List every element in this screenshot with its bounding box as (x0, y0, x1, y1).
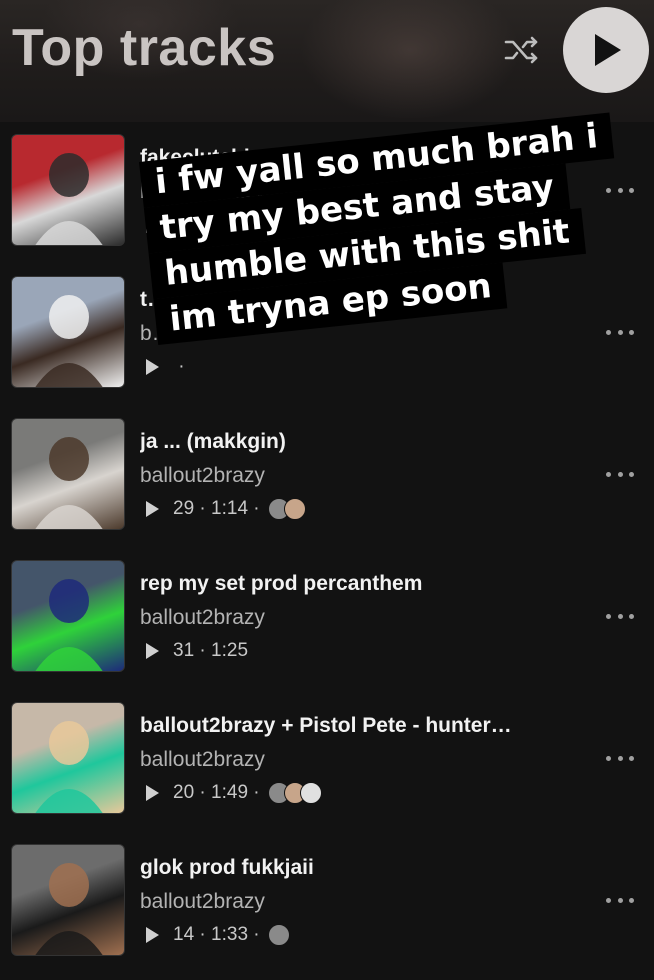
track-artist[interactable]: ballout2brazy (140, 748, 265, 772)
track-row[interactable]: rep my set prod percanthem ballout2brazy… (0, 548, 654, 690)
meta-separator: · (194, 640, 212, 661)
track-title: glok prod fukkjaii (140, 856, 314, 879)
play-count-icon (146, 501, 159, 517)
track-stats: 14 · 1:33 · (146, 924, 290, 946)
track-duration: 1:25 (211, 640, 249, 661)
dot-icon (606, 471, 611, 477)
track-title: rep my set prod percanthem (140, 572, 423, 595)
more-options-button[interactable] (606, 322, 634, 342)
track-duration: 1:49 (211, 782, 249, 803)
meta-separator: · (194, 498, 212, 519)
shuffle-icon (504, 36, 538, 64)
track-artwork (11, 418, 125, 530)
dot-icon (629, 897, 634, 903)
meta-separator: · (194, 924, 212, 945)
track-row[interactable]: ja ... (makkgin) ballout2brazy 29 · 1:14… (0, 406, 654, 548)
meta-separator: · (248, 924, 260, 945)
dot-icon (606, 329, 611, 335)
track-artwork (11, 560, 125, 672)
header-backdrop (300, 0, 520, 120)
play-count-icon (146, 927, 159, 943)
play-count: 31 (173, 640, 195, 661)
track-stats: 20 · 1:49 · (146, 782, 322, 804)
track-title: ja ... (makkgin) (140, 430, 286, 453)
track-title: ballout2brazy + Pistol Pete - hunter… (140, 714, 512, 737)
meta-separator: · (173, 356, 190, 377)
play-count: 29 (173, 498, 195, 519)
meta-separator: · (194, 782, 212, 803)
track-stats: 31 · 1:25 (146, 640, 248, 662)
dot-icon (629, 613, 634, 619)
play-count: 20 (173, 782, 195, 803)
listener-avatars (267, 782, 322, 804)
dot-icon (617, 329, 623, 335)
track-artwork (11, 844, 125, 956)
play-count-icon (146, 359, 159, 375)
track-artist[interactable]: ballout2brazy (140, 890, 265, 914)
track-duration: 1:33 (211, 924, 249, 945)
dot-icon (629, 329, 634, 335)
track-row[interactable]: glok prod fukkjaii ballout2brazy 14 · 1:… (0, 832, 654, 974)
dot-icon (617, 897, 623, 903)
meta-separator: · (248, 498, 260, 519)
dot-icon (617, 755, 623, 761)
track-row[interactable]: ballout2brazy + Pistol Pete - hunter… ba… (0, 690, 654, 832)
dot-icon (606, 613, 611, 619)
more-options-button[interactable] (606, 890, 634, 910)
play-button[interactable] (563, 7, 649, 93)
track-artwork (11, 276, 125, 388)
dot-icon (606, 755, 611, 761)
listener-avatars (267, 924, 290, 946)
dot-icon (606, 897, 611, 903)
dot-icon (629, 755, 634, 761)
play-count-icon (146, 785, 159, 801)
listener-avatar (283, 498, 306, 520)
shuffle-button[interactable] (500, 28, 544, 72)
listener-avatar (299, 782, 322, 804)
more-options-button[interactable] (606, 606, 634, 626)
play-icon (595, 34, 621, 66)
meta-separator: · (248, 782, 260, 803)
listener-avatars (267, 498, 306, 520)
dot-icon (629, 471, 634, 477)
track-artwork (11, 702, 125, 814)
more-options-button[interactable] (606, 464, 634, 484)
header: Top tracks (0, 0, 654, 122)
track-artist[interactable]: ballout2brazy (140, 606, 265, 630)
track-artist[interactable]: ballout2brazy (140, 464, 265, 488)
play-count: 14 (173, 924, 195, 945)
dot-icon (617, 471, 623, 477)
listener-avatar (267, 924, 290, 946)
dot-icon (617, 613, 623, 619)
page-title: Top tracks (12, 19, 277, 77)
track-stats: 29 · 1:14 · (146, 498, 306, 520)
track-duration: 1:14 (211, 498, 249, 519)
track-stats: · (146, 356, 190, 378)
play-count-icon (146, 643, 159, 659)
more-options-button[interactable] (606, 748, 634, 768)
track-artwork (11, 134, 125, 246)
